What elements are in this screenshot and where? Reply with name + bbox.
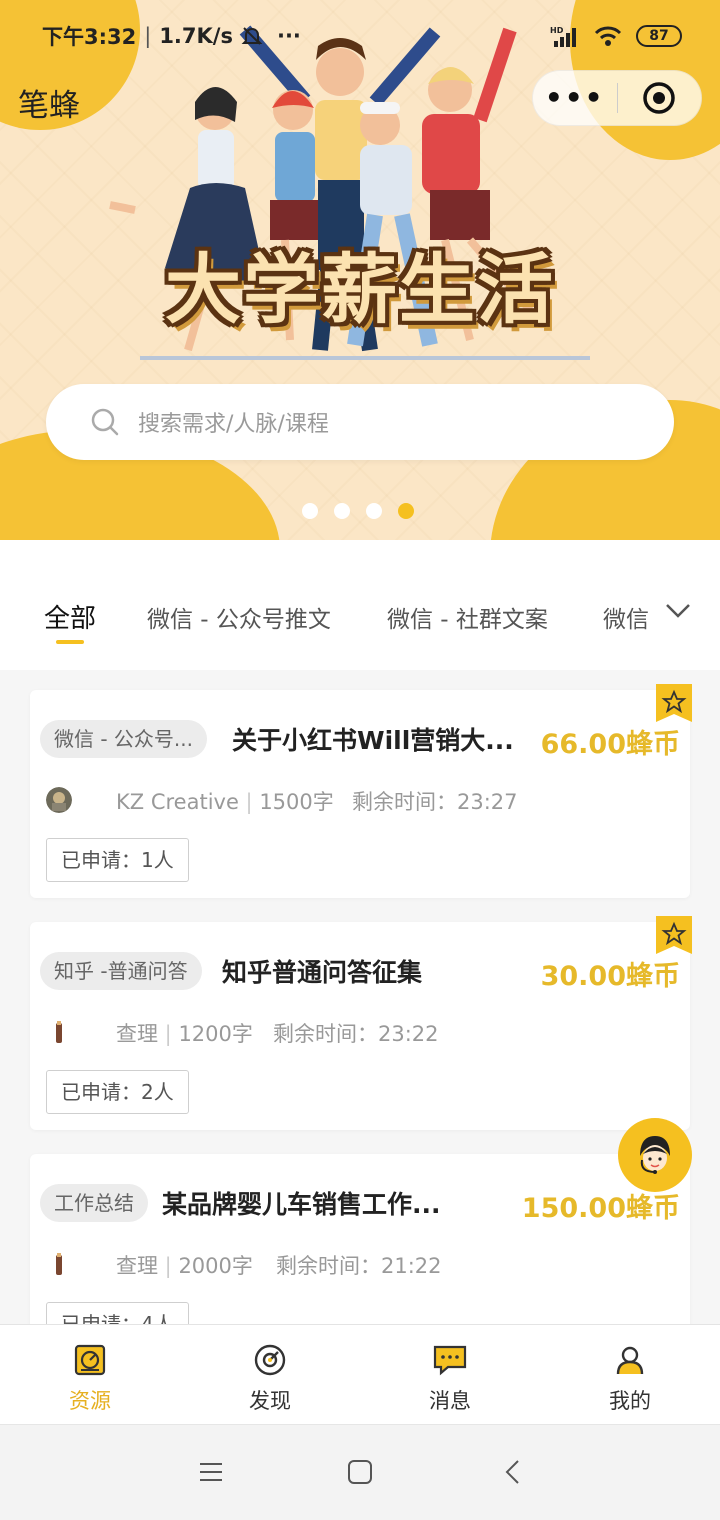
task-category-tag: 工作总结 <box>40 1184 148 1222</box>
banner-title: 大学薪生活 <box>165 245 555 334</box>
task-author-info: 查理 | 1200字 <box>116 1022 253 1046</box>
target-icon <box>643 82 675 114</box>
applied-count-badge: 已申请：4人 <box>46 1302 189 1324</box>
hero-banner[interactable]: 大学薪生活 下午3:32 | 1.7K/s ··· HD 87 笔蜂 ••• 搜… <box>0 0 720 540</box>
miniprogram-capsule: ••• <box>532 70 702 126</box>
word-count: 1500字 <box>259 790 334 814</box>
home-icon[interactable] <box>347 1459 373 1485</box>
task-category-tag: 知乎 -普通问答 <box>40 952 202 990</box>
remaining-time: 剩余时间：21:22 <box>276 1254 442 1278</box>
task-list-section: 全部 微信 - 公众号推文 微信 - 社群文案 微信 微信 - 公众号... 关… <box>0 540 720 1324</box>
status-bar: 下午3:32 | 1.7K/s ··· HD 87 <box>0 0 720 72</box>
nav-profile[interactable]: 我的 <box>540 1325 720 1424</box>
svg-text:HD: HD <box>550 26 564 35</box>
nav-label: 消息 <box>429 1389 471 1413</box>
bottom-tab-bar: 资源 发现 消息 我的 <box>0 1324 720 1424</box>
avatar <box>56 1021 62 1043</box>
discover-icon <box>254 1344 286 1376</box>
search-bar[interactable]: 搜索需求/人脉/课程 <box>46 384 674 460</box>
avatar <box>46 787 72 813</box>
resource-icon <box>74 1344 106 1376</box>
tab-active-indicator <box>56 640 84 644</box>
applied-count-badge: 已申请：2人 <box>46 1070 189 1114</box>
nav-messages[interactable]: 消息 <box>360 1325 540 1424</box>
tab-all[interactable]: 全部 <box>44 598 96 635</box>
tab-wechat-community[interactable]: 微信 - 社群文案 <box>387 600 548 634</box>
chevron-down-icon[interactable] <box>664 602 692 620</box>
nav-label: 资源 <box>69 1389 111 1413</box>
status-more: ··· <box>276 24 301 48</box>
message-icon <box>433 1345 467 1376</box>
nav-label: 我的 <box>609 1389 651 1413</box>
bell-muted-icon <box>241 27 263 45</box>
applied-count-badge: 已申请：1人 <box>46 838 189 882</box>
status-time: 下午3:32 <box>42 25 137 49</box>
app-name: 笔蜂 <box>18 88 80 124</box>
author-name: KZ Creative <box>116 790 239 814</box>
more-options-button[interactable]: ••• <box>533 70 617 126</box>
remaining-time: 剩余时间：23:27 <box>352 790 518 814</box>
search-placeholder: 搜索需求/人脉/课程 <box>138 412 329 437</box>
remaining-time: 剩余时间：23:22 <box>273 1022 439 1046</box>
task-price: 66.00蜂币 <box>540 729 680 760</box>
word-count: 1200字 <box>178 1022 253 1046</box>
task-card[interactable]: 工作总结 某品牌婴儿车销售工作... 150.00蜂币 查理 | 2000字 剩… <box>30 1154 690 1324</box>
task-card[interactable]: 知乎 -普通问答 知乎普通问答征集 30.00蜂币 查理 | 1200字 剩余时… <box>30 916 692 1130</box>
carousel-dots <box>302 503 414 519</box>
task-title: 某品牌婴儿车销售工作... <box>162 1190 441 1219</box>
customer-service-icon <box>640 1136 670 1174</box>
avatar <box>56 1253 62 1275</box>
battery-indicator: 87 <box>636 25 682 47</box>
author-name: 查理 <box>116 1254 158 1278</box>
menu-icon[interactable] <box>198 1459 224 1485</box>
system-nav-bar <box>0 1424 720 1520</box>
task-title: 关于小红书Will营销大... <box>232 726 514 755</box>
task-category-tag: 微信 - 公众号... <box>40 720 208 758</box>
nav-resource[interactable]: 资源 <box>0 1325 180 1424</box>
featured-star-icon <box>656 684 692 722</box>
word-count: 2000字 <box>178 1254 253 1278</box>
featured-star-icon <box>656 916 692 954</box>
task-title: 知乎普通问答征集 <box>222 958 423 987</box>
nav-discover[interactable]: 发现 <box>180 1325 360 1424</box>
carousel-dot[interactable] <box>334 503 350 519</box>
carousel-dot[interactable] <box>366 503 382 519</box>
search-icon <box>91 408 119 436</box>
tab-wechat-article[interactable]: 微信 - 公众号推文 <box>147 600 331 634</box>
wifi-icon <box>594 26 622 46</box>
close-miniprogram-button[interactable] <box>618 81 702 115</box>
task-author-info: 查理 | 2000字 <box>116 1254 253 1278</box>
task-author-info: KZ Creative | 1500字 <box>116 790 334 814</box>
customer-service-button[interactable] <box>618 1118 692 1192</box>
back-icon[interactable] <box>500 1459 526 1485</box>
tab-wechat[interactable]: 微信 <box>603 600 649 634</box>
nav-label: 发现 <box>249 1389 291 1413</box>
status-speed: 1.7K/s <box>159 24 233 48</box>
category-tabs: 全部 微信 - 公众号推文 微信 - 社群文案 微信 <box>0 540 720 670</box>
signal-icon: HD <box>550 26 576 47</box>
carousel-dot[interactable] <box>302 503 318 519</box>
task-price: 30.00蜂币 <box>540 961 680 992</box>
profile-icon <box>616 1346 644 1375</box>
author-name: 查理 <box>116 1022 158 1046</box>
task-card[interactable]: 微信 - 公众号... 关于小红书Will营销大... 66.00蜂币 KZ C… <box>30 684 692 898</box>
carousel-dot-active[interactable] <box>398 503 414 519</box>
